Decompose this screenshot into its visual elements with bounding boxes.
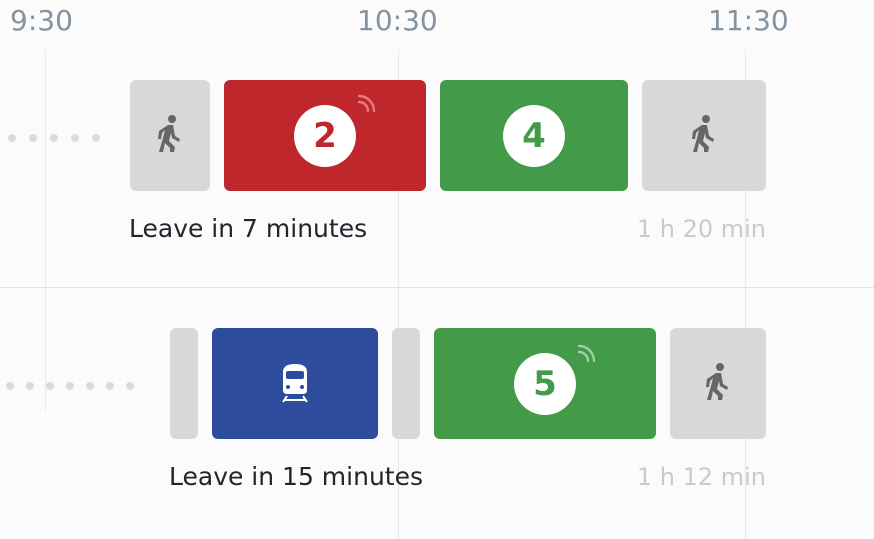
line-badge: 5 bbox=[514, 352, 576, 415]
walk-icon bbox=[689, 114, 719, 158]
leave-time-text: Leave in 7 minutes bbox=[129, 214, 368, 243]
line-badge: 2 bbox=[294, 104, 356, 167]
line-badge: 4 bbox=[503, 104, 565, 167]
realtime-signal-icon bbox=[576, 344, 598, 370]
realtime-signal-icon bbox=[356, 94, 378, 120]
walk-segment bbox=[670, 328, 766, 439]
trip-duration: 1 h 20 min bbox=[636, 215, 766, 243]
walk-icon bbox=[155, 114, 185, 158]
waiting-dots bbox=[8, 134, 100, 142]
time-label-1130: 11:30 bbox=[708, 4, 789, 37]
walk-segment bbox=[642, 80, 766, 191]
route-separator bbox=[0, 287, 874, 288]
leave-time-text: Leave in 15 minutes bbox=[169, 462, 424, 491]
walk-icon bbox=[703, 362, 733, 406]
trip-duration: 1 h 12 min bbox=[636, 463, 766, 491]
time-label-1030: 10:30 bbox=[357, 4, 438, 37]
transfer-segment bbox=[392, 328, 420, 439]
bus-segment-line-5: 5 bbox=[434, 328, 656, 439]
train-icon bbox=[278, 360, 312, 408]
timeline-gridline bbox=[45, 50, 46, 411]
transfer-segment bbox=[170, 328, 198, 439]
bus-segment-line-2: 2 bbox=[224, 80, 426, 191]
walk-segment bbox=[130, 80, 210, 191]
time-label-930: 9:30 bbox=[10, 4, 73, 37]
bus-segment-line-4: 4 bbox=[440, 80, 628, 191]
waiting-dots bbox=[6, 382, 134, 390]
train-segment bbox=[212, 328, 378, 439]
